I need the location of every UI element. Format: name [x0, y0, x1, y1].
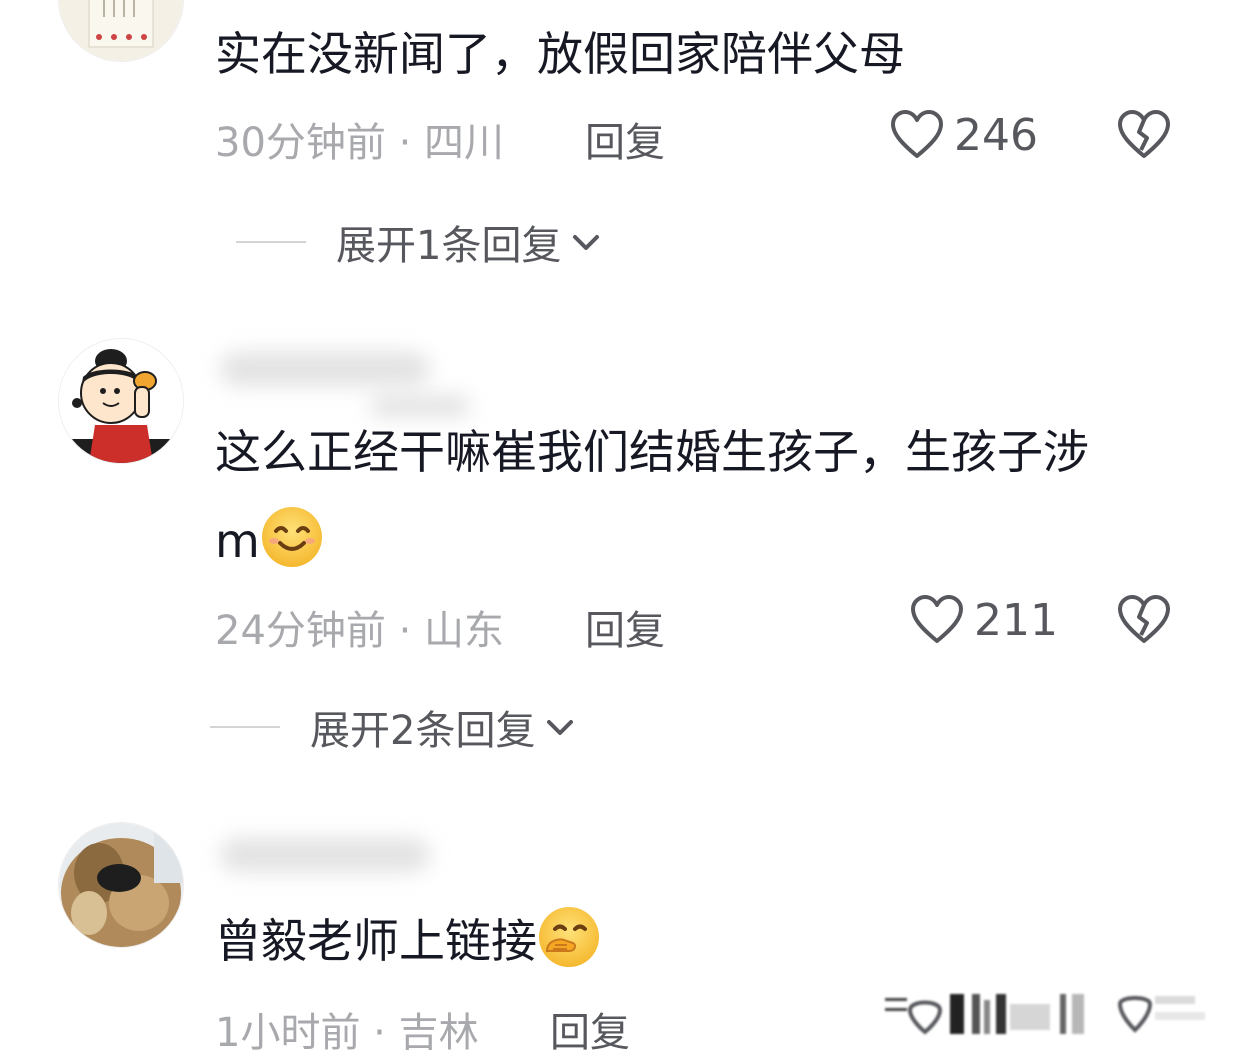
smile-emoji — [260, 505, 324, 569]
broken-heart-icon[interactable] — [1117, 110, 1171, 160]
comment-text: 曾毅老师上链接 — [215, 905, 601, 973]
username-blurred — [220, 838, 430, 872]
reply-button[interactable]: 回复 — [585, 110, 665, 168]
heart-outline-icon — [891, 110, 943, 158]
comment-text-fragment: m — [215, 514, 260, 568]
comment-text: 实在没新闻了，放假回家陪伴父母 — [215, 27, 905, 81]
like-count: 211 — [974, 594, 1058, 646]
avatar-image — [59, 339, 183, 463]
avatar-commenter-1[interactable] — [58, 0, 184, 62]
reply-button[interactable]: 回复 — [550, 1000, 630, 1058]
comment-text-line2: m — [215, 505, 324, 573]
username-blurred — [370, 395, 470, 417]
like-count: 246 — [954, 109, 1038, 161]
avatar-image — [59, 0, 183, 61]
divider-line — [210, 726, 280, 728]
comment-text: 这么正经干嘛崔我们结婚生孩子，生孩子涉 — [215, 425, 1089, 479]
watermark-overlay — [885, 994, 1205, 1035]
avatar-commenter-3[interactable] — [58, 822, 184, 948]
comment-time-location: 1小时前 · 吉林 — [215, 1010, 479, 1056]
expand-replies-button[interactable]: 展开1条回复 — [236, 213, 603, 271]
avatar-commenter-2[interactable] — [58, 338, 184, 464]
chevron-down-icon — [573, 235, 600, 250]
heart-outline-icon — [911, 595, 963, 643]
like-button[interactable]: 211 — [910, 590, 1058, 650]
expand-replies-label: 展开2条回复 — [310, 708, 536, 754]
divider-line — [236, 241, 306, 243]
comment-time-location: 24分钟前 · 山东 — [215, 608, 505, 654]
avatar-image — [59, 823, 183, 947]
chevron-down-icon — [547, 720, 574, 735]
expand-replies-button[interactable]: 展开2条回复 — [210, 698, 577, 756]
comment-time-location: 30分钟前 · 四川 — [215, 120, 505, 166]
broken-heart-icon[interactable] — [1117, 595, 1171, 645]
reply-button[interactable]: 回复 — [585, 598, 665, 656]
comment-text-fragment: 曾毅老师上链接 — [215, 914, 537, 968]
like-button[interactable]: 246 — [890, 105, 1038, 165]
hand-over-mouth-emoji — [537, 905, 601, 969]
expand-replies-label: 展开1条回复 — [336, 223, 562, 269]
username-blurred — [220, 352, 430, 386]
